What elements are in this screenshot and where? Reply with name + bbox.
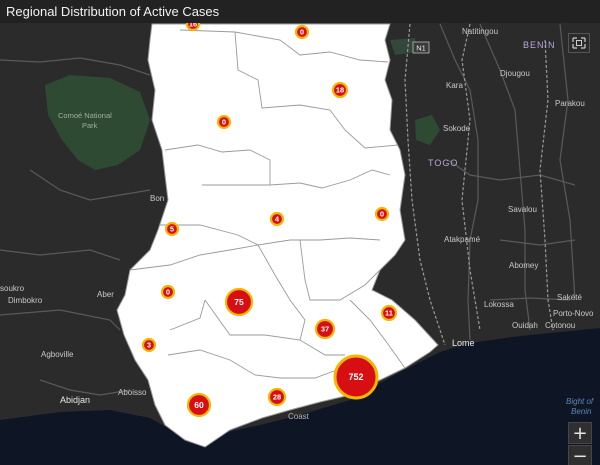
label-parakou: Parakou	[555, 99, 585, 108]
case-marker[interactable]: 0	[160, 284, 176, 300]
svg-text:N1: N1	[416, 44, 426, 53]
map-app: Regional Distribution of Active Cases Na…	[0, 0, 600, 465]
label-soukro: soukro	[0, 284, 25, 293]
label-agboville: Agboville	[41, 350, 74, 359]
label-abomey: Abomey	[509, 261, 538, 270]
label-natitingou: Natitingou	[462, 27, 498, 36]
label-aber: Aber	[97, 290, 114, 299]
label-aboisso: Aboisso	[118, 388, 147, 397]
case-marker[interactable]: 75	[224, 287, 254, 317]
case-marker[interactable]: 18	[331, 81, 349, 99]
page-title: Regional Distribution of Active Cases	[0, 0, 600, 23]
label-abidjan: Abidjan	[60, 395, 90, 405]
label-djougou: Djougou	[500, 69, 530, 78]
label-lome: Lome	[452, 338, 475, 348]
case-marker[interactable]: 3	[141, 337, 157, 353]
label-coast: Coast	[288, 412, 310, 421]
case-count: 60	[194, 400, 204, 410]
label-savalou: Savalou	[508, 205, 537, 214]
label-benin: BENIN	[523, 40, 556, 50]
case-count: 752	[348, 372, 363, 382]
case-count: 5	[170, 225, 174, 234]
case-count: 75	[234, 297, 244, 307]
label-ouidah: Ouidah	[512, 321, 538, 330]
label-porto-novo: Porto-Novo	[553, 309, 594, 318]
case-marker[interactable]: 0	[294, 24, 310, 40]
case-marker[interactable]: 60	[186, 392, 212, 418]
case-marker[interactable]: 752	[333, 354, 379, 400]
label-park-1: Comoé National	[58, 111, 112, 120]
map-canvas[interactable]: Natitingou BENIN Djougou Kara Parakou So…	[0, 0, 600, 465]
label-togo: TOGO	[428, 158, 458, 168]
label-bon: Bon	[150, 194, 164, 203]
case-marker[interactable]: 37	[314, 318, 336, 340]
case-marker[interactable]: 5	[164, 221, 180, 237]
borders	[404, 23, 554, 346]
comoe-national-park	[45, 75, 150, 170]
case-count: 3	[147, 341, 151, 350]
case-count: 18	[336, 86, 344, 95]
case-marker[interactable]: 28	[267, 387, 287, 407]
case-marker[interactable]: 4	[269, 211, 285, 227]
label-sokode: Sokode	[443, 124, 471, 133]
case-marker[interactable]: 0	[216, 114, 232, 130]
togo-forest-patch	[415, 115, 440, 145]
case-count: 0	[166, 288, 170, 297]
label-cotonou: Cotonou	[545, 321, 575, 330]
zoom-out-button[interactable]: −	[568, 445, 592, 465]
label-kara: Kara	[446, 81, 463, 90]
case-marker[interactable]: 11	[380, 304, 398, 322]
case-marker[interactable]: 0	[374, 206, 390, 222]
label-sakete: Sakété	[557, 293, 582, 302]
case-count: 28	[273, 393, 281, 402]
zoom-in-button[interactable]: +	[568, 422, 592, 444]
label-bight-1: Bight of	[566, 397, 594, 406]
case-count: 37	[321, 325, 329, 334]
label-atakpame: Atakpamé	[444, 235, 481, 244]
highway-n1-shield: N1	[412, 41, 430, 54]
case-count: 0	[222, 118, 226, 127]
full-extent-icon[interactable]	[568, 33, 590, 53]
case-count: 0	[300, 28, 304, 37]
label-dimbokro: Dimbokro	[8, 296, 43, 305]
label-bight-2: Benin	[571, 407, 592, 416]
case-count: 11	[385, 309, 393, 318]
label-lokossa: Lokossa	[484, 300, 514, 309]
label-park-2: Park	[82, 121, 98, 130]
case-count: 0	[380, 210, 384, 219]
